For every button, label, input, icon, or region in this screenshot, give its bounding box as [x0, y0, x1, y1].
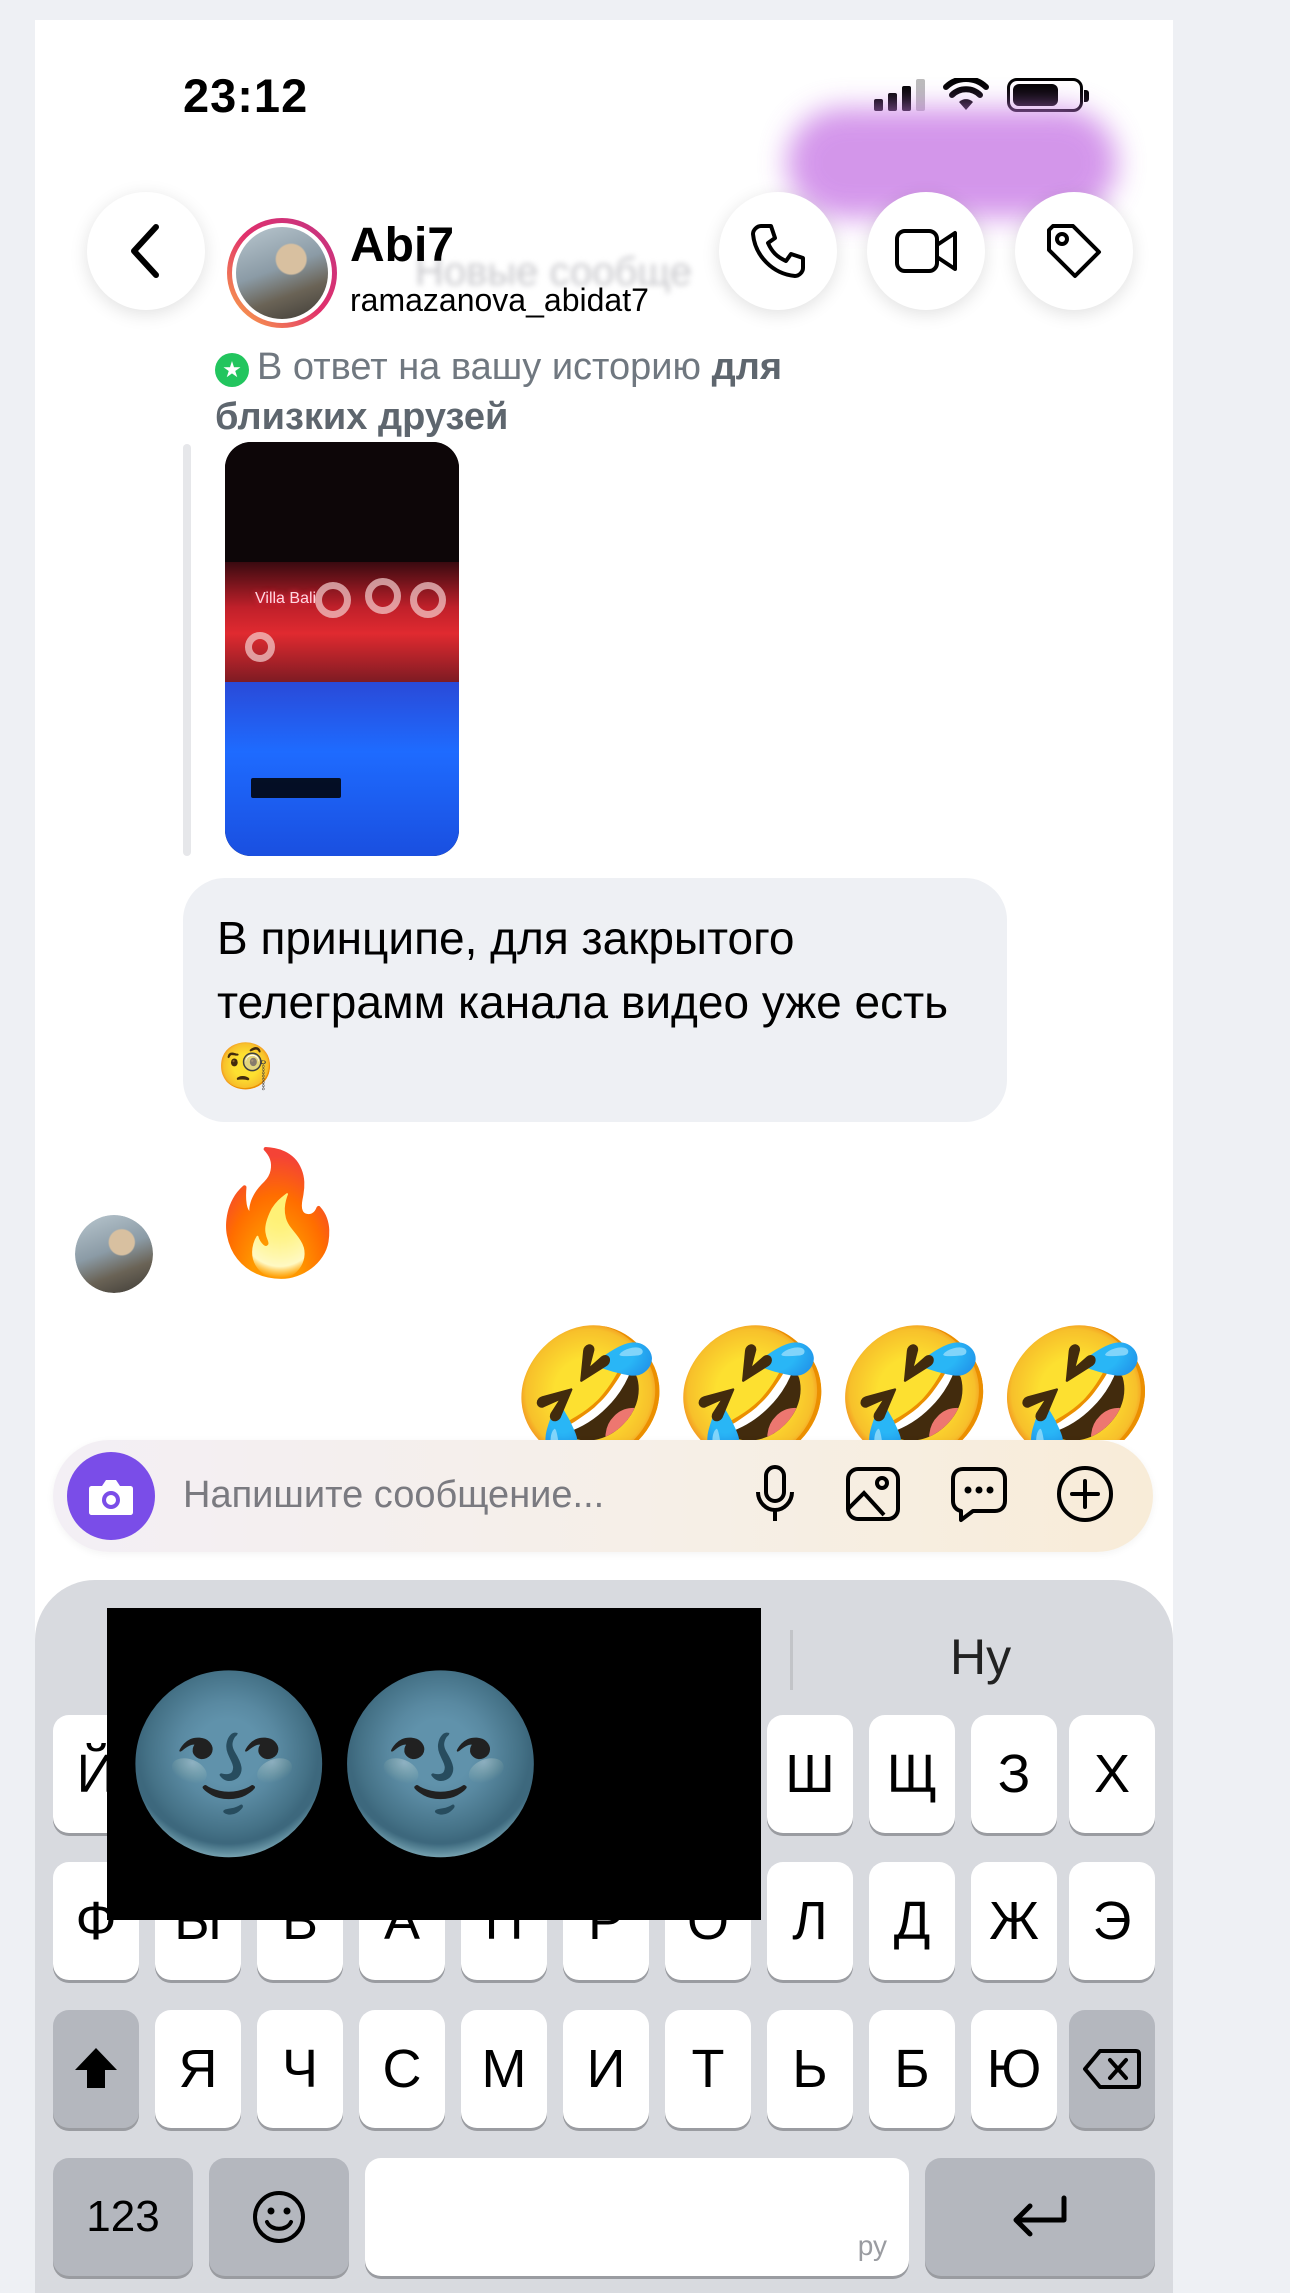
backspace-icon [1083, 2049, 1141, 2089]
key[interactable]: Я [155, 2010, 241, 2128]
emoji-overlay: 🌚🌚😂 [107, 1608, 761, 1920]
suggestion-separator [790, 1630, 793, 1690]
return-arrow-icon [1013, 2195, 1067, 2237]
key[interactable]: М [461, 2010, 547, 2128]
keyboard-language-label: ру [857, 2230, 887, 2261]
key[interactable]: Щ [869, 1715, 955, 1833]
camera-icon [89, 1480, 133, 1515]
cellular-signal-icon [874, 79, 925, 111]
phone-icon [751, 224, 805, 278]
add-button[interactable] [1053, 1462, 1117, 1526]
key[interactable]: Ж [971, 1862, 1057, 1980]
key[interactable]: З [971, 1715, 1057, 1833]
voice-call-button[interactable] [719, 192, 837, 310]
space-key[interactable]: ру [365, 2158, 909, 2276]
numbers-key[interactable]: 123 [53, 2158, 193, 2276]
image-icon [846, 1467, 900, 1521]
contact-username[interactable]: ramazanova_abidat7 [350, 282, 649, 319]
sender-avatar[interactable] [75, 1215, 153, 1293]
gallery-button[interactable] [841, 1462, 905, 1526]
key[interactable]: Ч [257, 2010, 343, 2128]
reply-quote-line [183, 444, 191, 856]
emoji-key[interactable] [209, 2158, 349, 2276]
smiley-icon [253, 2191, 305, 2243]
video-call-button[interactable] [867, 192, 985, 310]
message-composer: Напишите сообщение... [53, 1440, 1153, 1552]
key[interactable]: Э [1069, 1862, 1155, 1980]
shift-key[interactable] [53, 2010, 139, 2128]
story-thumbnail[interactable]: Villa Bali [225, 442, 459, 856]
back-button[interactable] [87, 192, 205, 310]
story-caption [251, 778, 341, 798]
key[interactable]: Х [1069, 1715, 1155, 1833]
close-friends-star-icon: ★ [215, 353, 249, 387]
key[interactable]: Л [767, 1862, 853, 1980]
key[interactable]: С [359, 2010, 445, 2128]
chat-bubble-icon [951, 1467, 1007, 1522]
chat-screen: 23:12 Новые сообще Abi7 ramazanova_abida… [35, 20, 1173, 2293]
video-camera-icon [895, 229, 957, 273]
key[interactable]: Ю [971, 2010, 1057, 2128]
status-icons [874, 78, 1089, 112]
message-bubble[interactable]: В принципе, для закрытого телеграмм кана… [183, 878, 1007, 1122]
plus-circle-icon [1057, 1466, 1113, 1522]
status-time: 23:12 [183, 69, 309, 122]
microphone-button[interactable] [743, 1462, 807, 1526]
key[interactable]: Ь [767, 2010, 853, 2128]
message-input[interactable]: Напишите сообщение... [183, 1474, 604, 1517]
chevron-left-icon [131, 224, 159, 278]
sent-emoji-message[interactable]: 🤣🤣🤣🤣 [510, 1320, 1157, 1440]
shift-arrow-icon [75, 2048, 117, 2088]
backspace-key[interactable] [1069, 2010, 1155, 2128]
microphone-icon [756, 1465, 794, 1521]
key[interactable]: Т [665, 2010, 751, 2128]
suggestion-word[interactable]: Ну [950, 1628, 1011, 1686]
tag-button[interactable] [1015, 192, 1133, 310]
key[interactable]: Б [869, 2010, 955, 2128]
key[interactable]: И [563, 2010, 649, 2128]
story-sign-text: Villa Bali [255, 590, 317, 607]
return-key[interactable] [925, 2158, 1155, 2276]
key[interactable]: Ш [767, 1715, 853, 1833]
key[interactable]: Д [869, 1862, 955, 1980]
profile-avatar[interactable] [227, 218, 337, 328]
battery-icon [1007, 78, 1089, 112]
contact-name[interactable]: Abi7 [350, 218, 454, 273]
story-reply-note: ★ В ответ на вашу историю для близких дру… [215, 342, 915, 442]
fire-emoji-message[interactable]: 🔥 [203, 1138, 352, 1288]
tag-icon [1047, 224, 1101, 278]
sticker-button[interactable] [947, 1462, 1011, 1526]
wifi-icon [943, 78, 989, 110]
camera-button[interactable] [67, 1452, 155, 1540]
reply-note-text: В ответ на вашу историю [257, 346, 712, 388]
